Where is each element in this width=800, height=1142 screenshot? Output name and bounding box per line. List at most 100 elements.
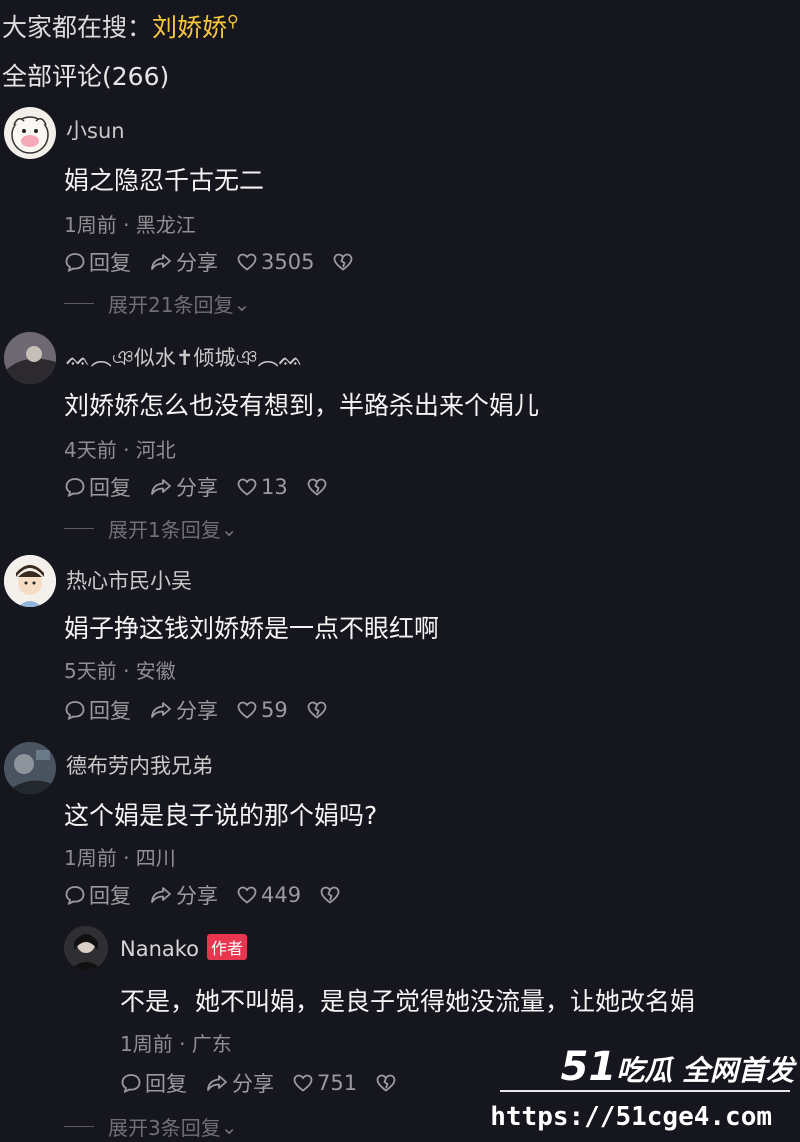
watermark-brand: 51吃瓜 全网首发: [561, 1044, 794, 1090]
author-badge: 作者: [207, 934, 248, 960]
share-label: 分享: [176, 699, 218, 723]
author-avatar[interactable]: [64, 926, 108, 970]
search-suggestion[interactable]: 大家都在搜：刘娇娇⚲: [2, 8, 239, 44]
expand-replies-button[interactable]: 展开21条回复 ⌄: [64, 289, 250, 318]
like-button[interactable]: 13: [236, 475, 288, 499]
comment-meta: 1周前 · 四川: [64, 846, 176, 870]
broken-heart-icon: [334, 253, 353, 271]
comment-text: 刘娇娇怎么也没有想到，半路杀出来个娟儿: [64, 391, 540, 420]
share-button[interactable]: 分享: [149, 880, 218, 910]
heart-icon: [293, 1074, 313, 1092]
expand-replies-label: 展开1条回复: [108, 518, 221, 542]
share-button[interactable]: 分享: [149, 247, 218, 277]
comment-username[interactable]: ᨐ︵ঞ似水✝倾城ঞ︵ᨐ: [66, 342, 303, 377]
dislike-button[interactable]: [306, 699, 331, 721]
share-label: 分享: [176, 251, 218, 275]
reply-button[interactable]: 回复: [64, 247, 131, 277]
like-count: 13: [261, 475, 288, 499]
like-count: 751: [317, 1071, 358, 1095]
chevron-down-icon: ⌄: [220, 1114, 238, 1139]
broken-heart-icon: [307, 478, 327, 496]
watermark-url: https://51cge4.com: [490, 1102, 772, 1132]
search-suggestion-prefix: 大家都在搜：: [2, 13, 153, 42]
share-icon: [151, 254, 171, 270]
dislike-button[interactable]: [332, 251, 357, 273]
reply-username[interactable]: Nanako 作者: [120, 934, 248, 961]
comments-count-header: 全部评论(266): [2, 62, 170, 91]
expand-replies-button[interactable]: 展开1条回复 ⌄: [64, 514, 238, 543]
reply-label: 回复: [89, 699, 131, 723]
like-count: 3505: [261, 250, 315, 274]
comment-actions: 回复 分享 449: [64, 880, 362, 910]
share-label: 分享: [232, 1072, 274, 1096]
heart-icon: [237, 886, 257, 904]
search-icon: ⚲: [227, 11, 239, 31]
reply-button[interactable]: 回复: [120, 1068, 187, 1098]
like-button[interactable]: 751: [292, 1071, 357, 1095]
comment-text: 娟之隐忍千古无二: [64, 166, 265, 195]
watermark-divider: [500, 1090, 790, 1092]
avatar[interactable]: [4, 555, 56, 607]
heart-icon: [237, 478, 257, 496]
chevron-down-icon: ⌄: [233, 291, 251, 316]
comment-text: 娟子挣这钱刘娇娇是一点不眼红啊: [64, 614, 440, 643]
chevron-down-icon: ⌄: [220, 516, 238, 541]
divider: [64, 528, 94, 529]
reply-text: 不是，她不叫娟，是良子觉得她没流量，让她改名娟: [120, 987, 696, 1016]
reply-label: 回复: [89, 476, 131, 500]
comment-actions: 回复 分享 3505: [64, 247, 375, 277]
reply-button[interactable]: 回复: [64, 880, 131, 910]
broken-heart-icon: [320, 886, 340, 904]
share-button[interactable]: 分享: [149, 472, 218, 502]
reply-label: 回复: [89, 884, 131, 908]
share-button[interactable]: 分享: [205, 1068, 274, 1098]
share-label: 分享: [176, 476, 218, 500]
comment-actions: 回复 分享 13: [64, 472, 349, 502]
expand-replies-label: 展开21条回复: [108, 293, 234, 317]
broken-heart-icon: [376, 1074, 396, 1092]
watermark: 51吃瓜 全网首发 https://51cge4.com: [490, 1040, 800, 1142]
dislike-button[interactable]: [375, 1072, 400, 1094]
comment-username[interactable]: 德布劳内我兄弟: [66, 750, 213, 780]
like-button[interactable]: 3505: [236, 250, 314, 274]
like-count: 449: [261, 883, 302, 907]
reply-actions: 回复 分享 751: [120, 1068, 418, 1098]
reply-icon: [65, 886, 85, 906]
share-label: 分享: [176, 884, 218, 908]
comment-username[interactable]: 小sun: [66, 115, 125, 145]
reply-button[interactable]: 回复: [64, 472, 131, 502]
reply-meta: 1周前 · 广东: [120, 1032, 232, 1056]
expand-replies-button[interactable]: 展开3条回复 ⌄: [64, 1112, 238, 1141]
dislike-button[interactable]: [306, 476, 331, 498]
reply-button[interactable]: 回复: [64, 695, 131, 725]
reply-icon: [65, 253, 85, 273]
like-button[interactable]: 59: [236, 698, 288, 722]
reply-username-text: Nanako: [120, 937, 200, 961]
avatar[interactable]: [4, 332, 56, 384]
reply-icon: [121, 1074, 141, 1094]
like-count: 59: [261, 698, 288, 722]
divider: [64, 1126, 94, 1127]
comment-actions: 回复 分享 59: [64, 695, 349, 725]
heart-icon: [237, 701, 257, 719]
dislike-button[interactable]: [319, 884, 344, 906]
comment-meta: 5天前 · 安徽: [64, 659, 176, 683]
comment-text: 这个娟是良子说的那个娟吗?: [64, 801, 378, 830]
like-button[interactable]: 449: [236, 883, 301, 907]
watermark-brand-number: 51: [560, 1044, 617, 1090]
watermark-brand-text: 吃瓜 全网首发: [616, 1054, 794, 1087]
heart-icon: [237, 253, 257, 271]
reply-icon: [65, 701, 85, 721]
search-keyword-link[interactable]: 刘娇娇: [152, 13, 227, 42]
broken-heart-icon: [307, 701, 327, 719]
share-icon: [151, 702, 171, 718]
share-icon: [207, 1075, 227, 1091]
avatar[interactable]: [4, 742, 56, 794]
share-button[interactable]: 分享: [149, 695, 218, 725]
reply-icon: [65, 478, 85, 498]
comment-meta: 1周前 · 黑龙江: [64, 213, 196, 237]
reply-label: 回复: [145, 1072, 187, 1096]
share-icon: [151, 887, 171, 903]
comment-username[interactable]: 热心市民小吴: [66, 565, 192, 595]
avatar[interactable]: [4, 107, 56, 159]
